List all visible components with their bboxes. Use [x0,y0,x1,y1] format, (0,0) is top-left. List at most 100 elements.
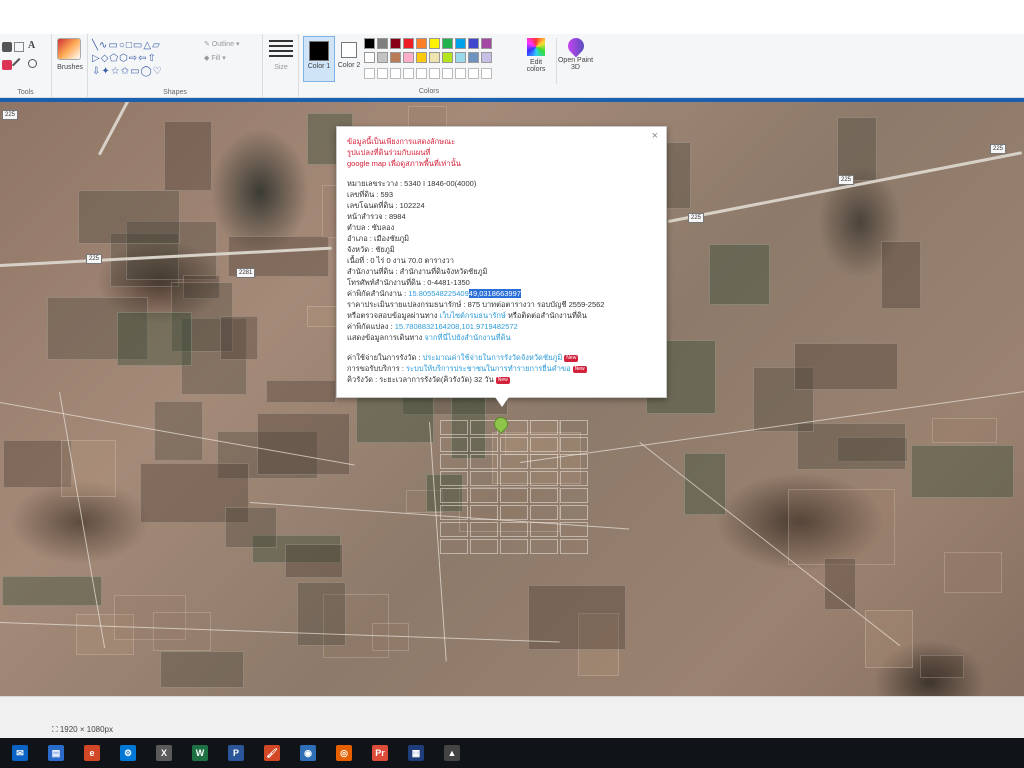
color1-button[interactable]: Color 1 [303,36,335,82]
farm-plot [788,489,896,565]
road-sign: 225 [86,254,103,264]
firefox-icon[interactable]: ◉ [300,745,316,761]
open-paint3d-button[interactable]: Open Paint 3D [556,34,594,84]
palette-swatch[interactable] [442,52,453,63]
explorer-icon[interactable]: ▤ [48,745,64,761]
palette-swatch[interactable] [429,52,440,63]
edge-icon[interactable]: e [84,745,100,761]
palette-swatch[interactable] [416,38,427,49]
edit-colors-button[interactable]: Edit colors [522,38,550,84]
office-coord-selected[interactable]: 49,0318663997 [468,289,521,298]
farm-plot [225,507,278,548]
palette-empty-swatch[interactable] [455,68,466,79]
palette-swatch[interactable] [468,38,479,49]
province: จังหวัด : ชัยภูมิ [347,245,395,254]
subdivision-lot [500,471,528,486]
palette-empty-swatch[interactable] [442,68,453,79]
color2-button[interactable]: Color 2 [337,36,361,82]
treasury-website-link[interactable]: เว็บไซต์กรมธนารักษ์ [440,311,506,320]
subdivision-lot [530,539,558,554]
parcel-coord-link[interactable]: 15.7808832164208,101.9719482572 [395,322,518,331]
brushes-button-label[interactable]: Brushes [52,64,88,71]
tools-label: Tools [17,89,34,96]
palette-swatch[interactable] [390,52,401,63]
subdivision-lot [440,522,468,537]
palette-swatch[interactable] [481,38,492,49]
dimensions-text: 1920 × 1080px [59,725,113,734]
service-link[interactable]: ระบบให้บริการประชาชนในการทำรายการยื่นคำข… [406,364,571,373]
farm-plot [837,117,878,181]
palette-empty-swatch[interactable] [416,68,427,79]
fill-icon[interactable] [14,42,24,52]
powerpoint-icon[interactable]: P [228,745,244,761]
eraser-icon[interactable] [2,60,12,70]
brushes-icon[interactable] [57,38,81,60]
text-icon[interactable]: A [28,40,35,51]
palette-empty-swatch[interactable] [429,68,440,79]
subdivision-lot [500,522,528,537]
palette-swatch[interactable] [481,52,492,63]
palette-swatch[interactable] [468,52,479,63]
subdivision-lot [470,471,498,486]
size-icon[interactable] [269,40,293,42]
palette-swatch[interactable] [390,38,401,49]
size-label[interactable]: Size [263,64,299,71]
palette-swatch[interactable] [442,38,453,49]
appraisal-check: หรือตรวจสอบข้อมูลผ่านทาง เว็บไซต์กรมธนาร… [347,310,656,321]
subdivision-lot [440,420,468,435]
palette-empty-swatch[interactable] [377,68,388,79]
settings-icon[interactable]: ⚙ [120,745,136,761]
excel-icon[interactable]: X [156,745,172,761]
subdivision-lot [440,488,468,503]
route-link[interactable]: จากที่นี่ไปยังสำนักงานที่ดิน [424,333,510,342]
photos-icon[interactable]: ▲ [444,745,460,761]
word-icon[interactable]: W [192,745,208,761]
office-coord-link[interactable]: 15.805548225409 [408,289,468,298]
palette-swatch[interactable] [364,38,375,49]
palette-empty-swatch[interactable] [364,68,375,79]
new-badge: New [572,365,587,373]
subdivision-lot [440,539,468,554]
farm-plot [865,610,914,668]
survey-fee-link[interactable]: ประมาณค่าใช้จ่ายในการรังวัดจังหวัดชัยภูม… [423,353,563,362]
service-label: การขอรับบริการ : [347,364,407,373]
color2-label: Color 2 [337,62,361,69]
chrome-icon[interactable]: ◎ [336,745,352,761]
farm-plot [372,623,409,652]
calculator-icon[interactable]: ▦ [408,745,424,761]
survey-queue-text: คิวรังวัด : ระยะเวลาการรังวัด(คิวรังวัด)… [347,375,494,384]
shapes-gallery[interactable]: ╲∿▭○□▭△▱ ▷◇⬠⬡⇨⇦⇧ ⇩✦☆✩▭◯♡ [92,39,200,79]
premiere-icon[interactable]: Pr [372,745,388,761]
paint-ribbon: A Tools Brushes ╲∿▭○□▭△▱ ▷◇⬠⬡⇨⇦⇧ ⇩✦☆✩▭◯♡ ✎… [0,34,1024,98]
palette-empty-swatch[interactable] [390,68,401,79]
palette-swatch[interactable] [403,52,414,63]
close-icon[interactable]: × [652,131,658,142]
palette-empty-swatch[interactable] [468,68,479,79]
farm-plot [297,582,346,647]
palette-swatch[interactable] [377,52,388,63]
farm-plot [257,413,351,476]
magnifier-icon[interactable] [28,59,37,68]
palette-empty-swatch[interactable] [403,68,414,79]
district: อำเภอ : เมืองชัยภูมิ [347,234,410,243]
mail-icon[interactable]: ✉ [12,745,28,761]
palette-swatch[interactable] [455,52,466,63]
land-office-phone: โทรศัพท์สำนักงานที่ดิน : 0-4481-1350 [347,278,470,287]
subdivision-lot [560,437,588,452]
parcel-coordinates: ค่าพิกัดแปลง : 15.7808832164208,101.9719… [347,321,656,332]
area: เนื้อที่ : 0 ไร่ 0 งาน 70.0 ตารางวา [347,256,454,265]
palette-empty-swatch[interactable] [481,68,492,79]
fill-dropdown[interactable]: ◆ Fill ▾ [204,54,259,62]
palette-swatch[interactable] [403,38,414,49]
subdivision-lot [500,437,528,452]
pencil-icon[interactable] [2,42,12,52]
road-sign: 225 [990,144,1007,154]
color-picker-icon[interactable] [11,57,27,73]
palette-swatch[interactable] [364,52,375,63]
palette-swatch[interactable] [377,38,388,49]
palette-swatch[interactable] [455,38,466,49]
palette-swatch[interactable] [429,38,440,49]
palette-swatch[interactable] [416,52,427,63]
outline-dropdown[interactable]: ✎ Outline ▾ [204,40,259,48]
paint-icon[interactable]: 🖌 [264,745,280,761]
